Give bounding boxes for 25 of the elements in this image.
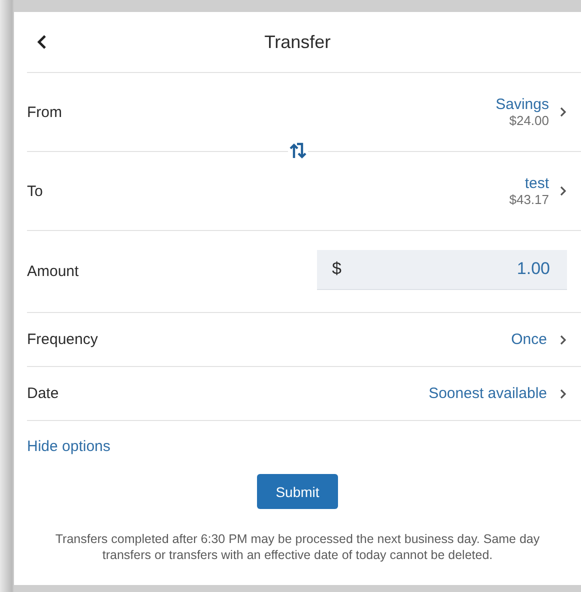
field-label: Amount (27, 263, 79, 280)
option-value[interactable]: Soonest available (428, 385, 547, 402)
chevron-right-icon (559, 388, 567, 400)
account-name: test (524, 175, 549, 192)
amount-field[interactable]: $ 1.00 (317, 250, 567, 290)
disclaimer-text: Transfers completed after 6:30 PM may be processed the next business day. Same day transfers or transfers with an effective date of today cannot be deleted. (54, 531, 541, 563)
amount-value: 1.00 (516, 259, 550, 279)
page-title: Transfer (264, 32, 331, 52)
account-selector[interactable]: test $43.17 (509, 175, 567, 207)
chevron-right-icon (559, 334, 567, 346)
field-label: From (27, 104, 62, 120)
chevron-right-icon (559, 106, 567, 118)
account-balance: $43.17 (509, 192, 549, 207)
field-label: Frequency (27, 331, 98, 348)
submit-button[interactable]: Submit (257, 474, 338, 509)
currency-symbol: $ (332, 259, 342, 279)
chevron-right-icon (559, 185, 567, 197)
option-value[interactable]: Once (511, 331, 547, 348)
account-balance: $24.00 (509, 113, 549, 128)
back-icon[interactable] (37, 34, 47, 50)
field-label: To (27, 182, 43, 200)
field-label: Date (27, 385, 59, 402)
account-name: Savings (496, 96, 549, 113)
account-selector[interactable]: Savings $24.00 (496, 96, 567, 128)
hide-options-link[interactable]: Hide options (27, 438, 110, 454)
